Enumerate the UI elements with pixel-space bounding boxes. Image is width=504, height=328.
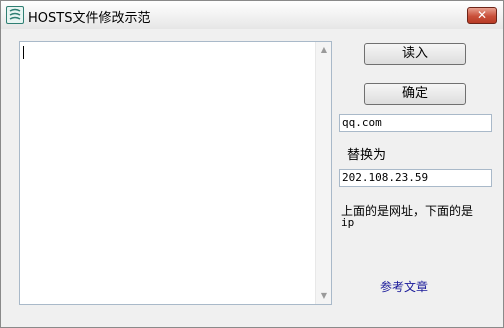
reference-article-link[interactable]: 参考文章 — [380, 278, 428, 295]
find-url-input[interactable]: qq.com — [339, 114, 492, 132]
scroll-down-icon[interactable]: ▼ — [316, 288, 332, 304]
hint-text-line1: 上面的是网址，下面的是 — [341, 204, 474, 218]
close-icon: ✕ — [476, 8, 488, 22]
vertical-scrollbar[interactable]: ▲ ▼ — [315, 42, 331, 304]
read-button[interactable]: 读入 — [364, 43, 466, 65]
scroll-up-icon[interactable]: ▲ — [316, 42, 332, 58]
notes-icon — [6, 6, 24, 24]
hosts-text-area[interactable]: ▲ ▼ — [19, 41, 332, 305]
replace-with-label: 替换为 — [347, 148, 387, 163]
title-bar[interactable]: HOSTS文件修改示范 ✕ — [1, 1, 503, 29]
hint-text-line2: ip — [341, 216, 355, 229]
window-title: HOSTS文件修改示范 — [28, 11, 151, 26]
app-window: HOSTS文件修改示范 ✕ ▲ ▼ 读入 确定 qq.com 替换为 202.1… — [0, 0, 504, 328]
close-button[interactable]: ✕ — [467, 7, 497, 24]
confirm-button[interactable]: 确定 — [364, 83, 466, 105]
text-caret — [23, 46, 24, 59]
replace-ip-input[interactable]: 202.108.23.59 — [339, 169, 492, 187]
